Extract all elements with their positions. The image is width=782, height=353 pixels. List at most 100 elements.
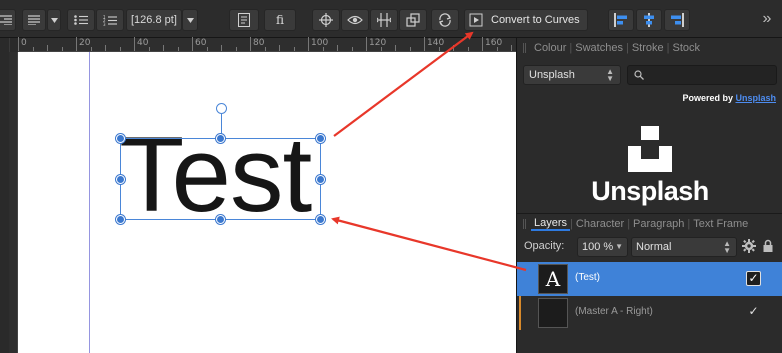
selection-bounding-box[interactable] xyxy=(120,138,321,220)
convert-to-curves-label: Convert to Curves xyxy=(491,14,580,26)
search-icon xyxy=(634,70,644,80)
more-chevron-icon[interactable]: » xyxy=(756,8,778,30)
convert-rotate-button[interactable] xyxy=(431,9,459,31)
text-frame-icon xyxy=(238,13,250,27)
blend-mode-select[interactable]: Normal ▲ ▼ xyxy=(631,237,737,257)
ruler-minor-tick xyxy=(438,47,440,51)
font-size-dropdown[interactable] xyxy=(182,9,198,31)
ligature-glyph: fi xyxy=(275,13,284,27)
chevron-down-icon: ▼ xyxy=(615,242,623,251)
horizontal-ruler[interactable]: 0 20 40 60 80 100 120 140 160 xyxy=(18,37,527,52)
rotate-icon xyxy=(439,13,451,27)
gear-icon[interactable] xyxy=(742,239,756,253)
colour-panel-tabs: Colour | Swatches | Stroke | Stock xyxy=(517,38,782,58)
ruler-minor-tick xyxy=(511,45,512,51)
typography-button[interactable]: fi xyxy=(264,9,296,31)
margin-guide xyxy=(89,52,90,353)
alignment-dropdown[interactable] xyxy=(47,9,61,31)
stepper-icon: ▲ ▼ xyxy=(723,239,731,255)
vertical-ruler[interactable] xyxy=(9,52,18,353)
layer-thumbnail: A xyxy=(538,264,568,294)
stock-search-input[interactable] xyxy=(627,65,777,85)
align-right-button[interactable] xyxy=(0,9,16,31)
convert-to-curves-button[interactable]: Convert to Curves xyxy=(464,9,588,31)
tab-paragraph[interactable]: Paragraph xyxy=(630,218,687,230)
ruler-minor-tick xyxy=(177,47,179,51)
handle-middle-right[interactable] xyxy=(316,175,325,184)
visibility-checkbox[interactable]: ✓ xyxy=(746,271,761,286)
snapping-button[interactable] xyxy=(312,9,340,31)
panel-grip-icon[interactable] xyxy=(523,43,526,53)
studio-panel: Colour | Swatches | Stroke | Stock Unsplash… xyxy=(516,38,782,353)
tab-character[interactable]: Character xyxy=(573,218,627,230)
handle-bottom-middle[interactable] xyxy=(216,215,225,224)
powered-by-prefix: Powered by xyxy=(682,93,733,103)
layer-row-master[interactable]: (Master A - Right) ✓ xyxy=(517,296,782,330)
ruler-major-tick xyxy=(192,37,193,51)
ruler-major-tick xyxy=(366,37,367,51)
bullet-list-button[interactable] xyxy=(67,9,95,31)
ruler-minor-tick xyxy=(32,47,34,51)
arrange-button[interactable] xyxy=(399,9,427,31)
tab-swatches[interactable]: Swatches xyxy=(572,42,626,54)
unsplash-logo: Unsplash xyxy=(517,118,782,210)
font-size-field[interactable]: [126.8 pt] xyxy=(126,9,182,31)
ruler-major-tick xyxy=(134,37,135,51)
handle-middle-left[interactable] xyxy=(116,175,125,184)
ruler-major-tick xyxy=(250,37,251,51)
handle-top-left[interactable] xyxy=(116,134,125,143)
ruler-minor-tick xyxy=(90,47,92,51)
align-right-objects-button[interactable] xyxy=(664,9,690,31)
ruler-minor-tick xyxy=(395,45,396,51)
crosshair-icon xyxy=(319,13,333,27)
ruler-label: 140 xyxy=(427,38,445,48)
layer-row-test[interactable]: A (Test) ✓ xyxy=(517,262,782,296)
opacity-field[interactable]: 100 % ▼ xyxy=(577,237,628,257)
ruler-major-tick xyxy=(424,37,425,51)
justify-icon xyxy=(28,15,40,25)
visibility-checkbox[interactable]: ✓ xyxy=(746,305,761,320)
handle-top-middle[interactable] xyxy=(216,134,225,143)
ruler-minor-tick xyxy=(163,45,164,51)
layer-thumbnail xyxy=(538,298,568,328)
justify-button[interactable] xyxy=(22,9,46,31)
unsplash-mark-icon xyxy=(628,126,672,172)
ruler-minor-tick xyxy=(221,45,222,51)
handle-bottom-left[interactable] xyxy=(116,215,125,224)
text-frame-button[interactable] xyxy=(229,9,259,31)
powered-by-link[interactable]: Unsplash xyxy=(735,93,776,103)
eye-icon xyxy=(347,15,363,25)
ruler-label: 100 xyxy=(311,38,329,48)
ruler-minor-tick xyxy=(119,47,121,51)
layer-name: (Master A - Right) xyxy=(575,306,653,317)
opacity-label: Opacity: xyxy=(524,240,565,252)
ruler-label: 40 xyxy=(137,38,149,48)
preview-button[interactable] xyxy=(341,9,369,31)
handle-top-right[interactable] xyxy=(316,134,325,143)
ruler-minor-tick xyxy=(337,45,338,51)
tab-colour[interactable]: Colour xyxy=(531,42,569,54)
stepper-icon: ▲ ▼ xyxy=(606,67,614,83)
handle-bottom-right[interactable] xyxy=(316,215,325,224)
tab-text-frame[interactable]: Text Frame xyxy=(690,218,751,230)
ruler-minor-tick xyxy=(47,45,48,51)
chevron-down-icon xyxy=(186,17,194,23)
panel-grip-icon[interactable] xyxy=(523,219,526,229)
align-center-button[interactable] xyxy=(636,9,662,31)
ruler-major-tick xyxy=(76,37,77,51)
ruler-minor-tick xyxy=(322,47,324,51)
lock-icon[interactable] xyxy=(763,239,773,252)
stock-source-select[interactable]: Unsplash ▲ ▼ xyxy=(523,65,621,85)
tab-layers[interactable]: Layers xyxy=(531,217,571,231)
align-left-button[interactable] xyxy=(608,9,634,31)
tab-stock[interactable]: Stock xyxy=(669,42,703,54)
tab-stroke[interactable]: Stroke xyxy=(629,42,667,54)
ruler-minor-tick xyxy=(496,47,498,51)
ruler-label: 80 xyxy=(253,38,265,48)
numbered-list-button[interactable]: 123 xyxy=(96,9,124,31)
transform-button[interactable] xyxy=(370,9,398,31)
align-objects-right-icon xyxy=(671,13,684,27)
rotation-handle[interactable] xyxy=(216,103,227,114)
ruler-minor-tick xyxy=(206,47,208,51)
ruler-minor-tick xyxy=(293,47,295,51)
